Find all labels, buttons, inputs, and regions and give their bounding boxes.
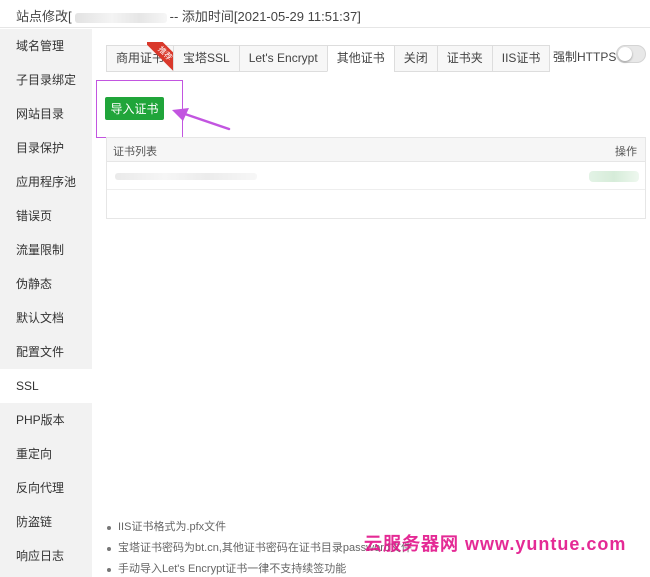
window-titlebar: 站点修改[ -- 添加时间[2021-05-29 11:51:37]	[0, 0, 650, 28]
sidebar-item-traffic-limit[interactable]: 流量限制	[0, 233, 92, 267]
redacted-domain	[74, 12, 167, 23]
tab-label: 宝塔SSL	[183, 51, 230, 65]
sidebar-item-site-dir[interactable]: 网站目录	[0, 97, 92, 131]
redacted-action-link[interactable]	[589, 171, 639, 182]
window-title: 站点修改[ -- 添加时间[2021-05-29 11:51:37]	[16, 6, 361, 25]
sidebar-item-error-page[interactable]: 错误页	[0, 199, 92, 233]
sidebar-item-app-pool[interactable]: 应用程序池	[0, 165, 92, 199]
sidebar-item-response-log[interactable]: 响应日志	[0, 539, 92, 573]
redacted-cert-name	[115, 173, 257, 180]
cert-table: 证书列表 操作	[106, 137, 646, 219]
ssl-panel: 商用证书 推荐 宝塔SSL Let's Encrypt 其他证书 关闭 证书夹 …	[92, 29, 650, 577]
sidebar: 域名管理 子目录绑定 网站目录 目录保护 应用程序池 错误页 流量限制 伪静态 …	[0, 29, 92, 577]
tab-baota-ssl[interactable]: 宝塔SSL	[173, 45, 240, 72]
sidebar-item-default-doc[interactable]: 默认文档	[0, 301, 92, 335]
sidebar-item-subdir-binding[interactable]: 子目录绑定	[0, 63, 92, 97]
window-title-suffix: -- 添加时间[2021-05-29 11:51:37]	[169, 9, 361, 24]
tab-other-cert[interactable]: 其他证书	[326, 45, 395, 72]
tab-label: 证书夹	[446, 51, 483, 65]
tab-label: 其他证书	[336, 51, 385, 65]
sidebar-item-config-file[interactable]: 配置文件	[0, 335, 92, 369]
toggle-knob	[618, 47, 632, 61]
tab-close[interactable]: 关闭	[393, 45, 438, 72]
list-item: 手动导入Let's Encrypt证书一律不支持续签功能	[106, 559, 646, 577]
import-cert-button[interactable]: 导入证书	[105, 97, 164, 120]
sidebar-item-php-version[interactable]: PHP版本	[0, 403, 92, 437]
window-title-prefix: 站点修改[	[16, 9, 72, 24]
tab-commercial-cert[interactable]: 商用证书 推荐	[106, 42, 178, 72]
sidebar-item-dir-protect[interactable]: 目录保护	[0, 131, 92, 165]
force-https-toggle[interactable]	[616, 45, 646, 63]
watermark: 云服务器网 www.yuntue.com	[364, 534, 627, 554]
sidebar-item-domain[interactable]: 域名管理	[0, 29, 92, 63]
sidebar-item-reverse-proxy[interactable]: 反向代理	[0, 471, 92, 505]
cert-list-header: 证书列表	[113, 146, 157, 158]
tab-lets-encrypt[interactable]: Let's Encrypt	[238, 45, 328, 72]
sidebar-item-rewrite[interactable]: 伪静态	[0, 267, 92, 301]
sidebar-item-redirect[interactable]: 重定向	[0, 437, 92, 471]
tab-label: Let's Encrypt	[248, 51, 318, 65]
ssl-tabs: 商用证书 推荐 宝塔SSL Let's Encrypt 其他证书 关闭 证书夹 …	[106, 42, 551, 72]
sidebar-item-hotlink-protect[interactable]: 防盗链	[0, 505, 92, 539]
actions-header: 操作	[615, 146, 637, 158]
force-https-label: 强制HTTPS	[553, 50, 617, 64]
tab-label: IIS证书	[501, 51, 541, 65]
sidebar-item-ssl[interactable]: SSL	[0, 369, 92, 403]
tab-iis-cert[interactable]: IIS证书	[491, 45, 551, 72]
cert-table-header: 证书列表 操作	[107, 138, 645, 162]
annotation-arrow-icon	[172, 108, 231, 131]
table-row	[107, 162, 645, 190]
tab-cert-folder[interactable]: 证书夹	[436, 45, 493, 72]
tab-label: 关闭	[403, 51, 428, 65]
